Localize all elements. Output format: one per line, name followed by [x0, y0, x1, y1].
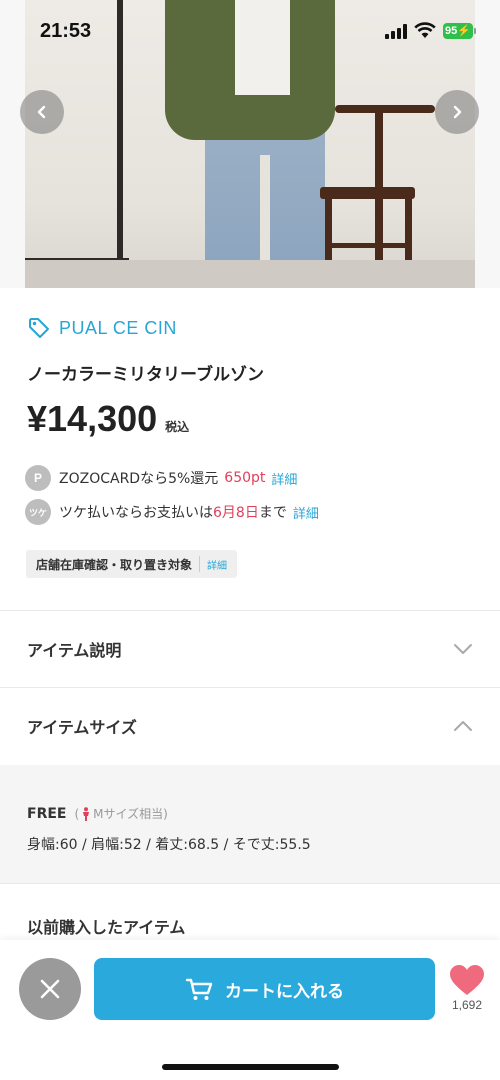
- points-amount: 650pt: [224, 470, 266, 486]
- brand-link[interactable]: PUAL CE CIN: [27, 316, 177, 340]
- carousel-next-button[interactable]: [435, 90, 479, 134]
- size-detail-panel: FREE ( Mサイズ相当) 身幅:60 / 肩幅:52 / 着丈:68.5 /…: [0, 765, 500, 883]
- tsuke-icon: ツケ: [25, 499, 51, 525]
- item-size-title: アイテムサイズ: [27, 718, 137, 737]
- tax-label: 税込: [165, 420, 190, 434]
- store-stock-label: 店舗在庫確認・取り置き対象: [36, 557, 193, 572]
- heart-icon: [450, 965, 484, 995]
- cart-icon: [185, 978, 213, 1000]
- tsuke-date: 6月8日: [213, 505, 259, 521]
- status-time: 21:53: [40, 20, 92, 42]
- tsuke-payment-row: ツケ ツケ払いならお支払いは 6月8日 まで 詳細: [25, 499, 319, 525]
- divider: [0, 883, 500, 884]
- points-icon: P: [25, 465, 51, 491]
- store-stock-detail-link[interactable]: 詳細: [207, 557, 227, 572]
- add-to-cart-label: カートに入れる: [225, 981, 344, 1002]
- size-label: FREE: [27, 805, 67, 822]
- size-note: ( Mサイズ相当): [74, 805, 167, 822]
- tsuke-text: ツケ払いならお支払いは: [59, 505, 213, 521]
- size-dimensions: 身幅:60 / 肩幅:52 / 着丈:68.5 / そで丈:55.5: [27, 837, 311, 853]
- points-text: ZOZOCARDなら5%還元: [59, 471, 219, 487]
- product-title: ノーカラーミリタリーブルゾン: [27, 365, 264, 385]
- tsuke-detail-link[interactable]: 詳細: [293, 503, 319, 522]
- item-size-section[interactable]: アイテムサイズ: [0, 688, 500, 764]
- bottom-action-bar: カートに入れる 1,692: [0, 940, 500, 1080]
- price-row: ¥14,300 税込: [27, 398, 189, 440]
- tsuke-text-after: まで: [258, 505, 287, 521]
- chevron-left-icon: [37, 105, 46, 119]
- close-icon: [40, 979, 60, 999]
- size-note-open: (: [74, 806, 80, 821]
- cellular-signal-icon: [385, 24, 409, 39]
- tag-icon: [29, 318, 49, 338]
- battery-level: 95: [445, 25, 458, 37]
- points-detail-link[interactable]: 詳細: [271, 469, 297, 488]
- item-description-title: アイテム説明: [27, 641, 122, 660]
- chevron-down-icon: [454, 644, 472, 654]
- chevron-right-icon: [453, 105, 462, 119]
- brand-name: PUAL CE CIN: [59, 317, 177, 338]
- size-equivalent: Mサイズ相当): [93, 807, 168, 821]
- item-description-section[interactable]: アイテム説明: [0, 611, 500, 687]
- battery-icon: 95⚡: [443, 23, 476, 39]
- chevron-up-icon: [454, 721, 472, 731]
- wifi-icon: [414, 22, 436, 38]
- female-figure-icon: [83, 806, 90, 821]
- product-image-carousel[interactable]: 21:53 95⚡: [0, 0, 500, 288]
- add-to-cart-button[interactable]: カートに入れる: [94, 958, 435, 1020]
- status-bar: 21:53 95⚡: [0, 0, 500, 60]
- zozocard-points-row: P ZOZOCARDなら5%還元 650pt 詳細: [25, 465, 297, 491]
- store-stock-tag[interactable]: 店舗在庫確認・取り置き対象 詳細: [26, 550, 238, 578]
- favorite-button[interactable]: 1,692: [445, 964, 489, 1012]
- carousel-prev-button[interactable]: [20, 90, 64, 134]
- product-price: ¥14,300: [27, 398, 158, 439]
- favorite-count: 1,692: [451, 998, 483, 1012]
- close-button[interactable]: [19, 958, 81, 1020]
- previous-purchases-title: 以前購入したアイテム: [27, 918, 186, 937]
- home-indicator[interactable]: [162, 1064, 339, 1070]
